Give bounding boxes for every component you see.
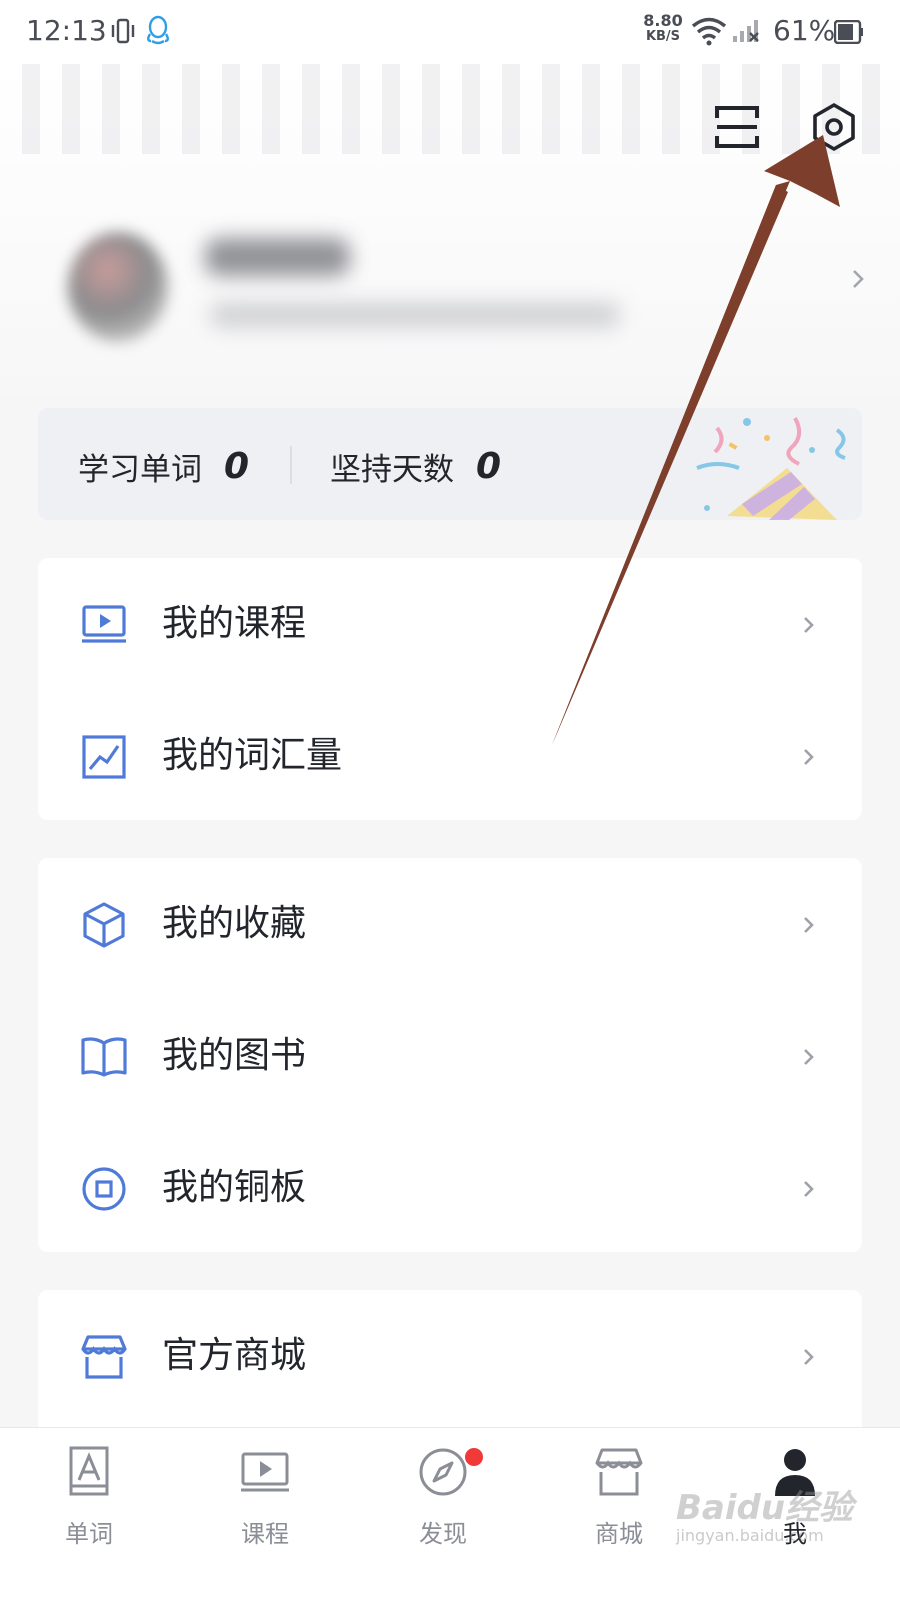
- status-time: 12:13: [26, 14, 107, 47]
- chevron-right-icon: [804, 617, 814, 633]
- qq-icon: [145, 14, 171, 50]
- video-course-icon: [241, 1452, 289, 1492]
- menu-card-collections: 我的收藏 我的图书 我的铜板: [38, 858, 862, 1252]
- header-stripes: [0, 64, 900, 154]
- tab-discover[interactable]: 发现: [383, 1446, 503, 1576]
- tab-label-mall: 商城: [595, 1520, 643, 1548]
- network-speed: 8.80 KB/S: [638, 13, 688, 45]
- menu-label-my-coins: 我的铜板: [162, 1167, 307, 1208]
- word-card-icon: [69, 1446, 109, 1496]
- trend-chart-icon: [82, 735, 126, 779]
- video-course-icon: [82, 605, 126, 643]
- chevron-right-icon: [850, 266, 866, 296]
- notification-dot: [465, 1448, 483, 1466]
- chevron-right-icon: [804, 917, 814, 933]
- menu-item-my-vocabulary[interactable]: 我的词汇量: [38, 690, 862, 822]
- settings-hexagon-icon: [813, 103, 855, 151]
- menu-label-official-store: 官方商城: [162, 1335, 307, 1376]
- scan-icon: [715, 106, 759, 148]
- chevron-right-icon: [804, 1349, 814, 1365]
- scan-button[interactable]: [710, 100, 764, 154]
- tab-mall[interactable]: 商城: [559, 1446, 679, 1576]
- profile-card[interactable]: [50, 220, 870, 370]
- stat-divider: [290, 446, 292, 484]
- menu-label-my-favorites: 我的收藏: [162, 903, 307, 944]
- baidu-watermark: Baidu经验: [676, 1488, 854, 1528]
- blurred-profile-subtitle: [210, 302, 620, 328]
- baidu-watermark-url: jingyan.baidu.com: [676, 1526, 824, 1545]
- open-book-icon: [81, 1037, 127, 1077]
- tab-label-words: 单词: [65, 1520, 113, 1548]
- menu-item-official-store[interactable]: 官方商城: [38, 1290, 862, 1422]
- status-bar: 12:13 8.80 KB/S 61%: [0, 0, 900, 64]
- streak-days-label: 坚持天数: [330, 452, 454, 488]
- storefront-icon: [81, 1335, 127, 1379]
- chevron-right-icon: [804, 749, 814, 765]
- chevron-right-icon: [804, 1049, 814, 1065]
- network-speed-unit: KB/S: [645, 29, 681, 44]
- cellular-signal-icon: [733, 18, 765, 48]
- tab-label-courses: 课程: [241, 1520, 289, 1548]
- tab-courses[interactable]: 课程: [205, 1446, 325, 1576]
- coin-icon: [82, 1167, 126, 1211]
- menu-item-my-coins[interactable]: 我的铜板: [38, 1122, 862, 1254]
- menu-card-learning: 我的课程 我的词汇量: [38, 558, 862, 820]
- menu-item-my-favorites[interactable]: 我的收藏: [38, 858, 862, 990]
- learned-words-stat: 学习单词 0: [78, 444, 249, 489]
- streak-days-stat: 坚持天数 0: [330, 444, 501, 489]
- learned-words-value: 0: [224, 446, 250, 487]
- tab-label-discover: 发现: [419, 1520, 467, 1548]
- menu-label-my-vocabulary: 我的词汇量: [162, 735, 343, 776]
- battery-percent: 61%: [773, 14, 836, 47]
- party-popper-illustration: [696, 417, 846, 520]
- learned-words-label: 学习单词: [78, 452, 202, 488]
- vibrate-icon: [110, 18, 136, 48]
- storefront-icon: [595, 1448, 643, 1496]
- learning-stats-panel: 学习单词 0 坚持天数 0: [38, 408, 862, 520]
- compass-icon: [419, 1448, 467, 1496]
- menu-label-my-books: 我的图书: [162, 1035, 307, 1076]
- menu-item-my-courses[interactable]: 我的课程: [38, 558, 862, 690]
- menu-card-store: 官方商城: [38, 1290, 862, 1427]
- chevron-right-icon: [804, 1181, 814, 1197]
- wifi-icon: [690, 16, 728, 50]
- network-speed-value: 8.80: [643, 11, 683, 30]
- menu-item-my-books[interactable]: 我的图书: [38, 990, 862, 1122]
- blurred-username: [205, 238, 350, 276]
- battery-icon: [833, 19, 864, 48]
- cube-box-icon: [83, 902, 125, 948]
- settings-button[interactable]: [807, 100, 861, 154]
- tab-words[interactable]: 单词: [29, 1446, 149, 1576]
- avatar: [68, 232, 168, 342]
- streak-days-value: 0: [476, 446, 502, 487]
- menu-label-my-courses: 我的课程: [162, 603, 307, 644]
